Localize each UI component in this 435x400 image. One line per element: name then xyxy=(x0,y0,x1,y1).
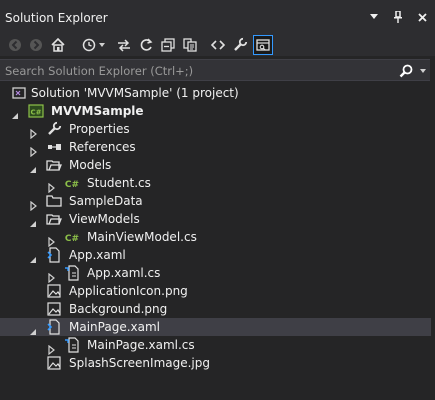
search-input[interactable]: Search Solution Explorer (Ctrl+;) xyxy=(5,64,193,78)
tree-item-label: App.xaml.cs xyxy=(87,266,161,280)
tree-item-label: App.xaml xyxy=(69,248,126,262)
image-file-icon xyxy=(46,301,62,317)
tree-item-label: MVVMSample xyxy=(51,104,144,118)
tree-item-viewmodels-folder[interactable]: ViewModels xyxy=(0,210,435,228)
expanded-arrow-icon[interactable] xyxy=(28,250,38,263)
expanded-arrow-icon[interactable] xyxy=(28,214,38,227)
xaml-file-icon xyxy=(46,319,62,335)
collapsed-arrow-icon[interactable] xyxy=(46,178,56,194)
collapsed-arrow-icon[interactable] xyxy=(28,196,38,212)
view-code-icon[interactable] xyxy=(209,36,227,54)
expanded-arrow-icon[interactable] xyxy=(28,160,38,173)
tree-item-label: References xyxy=(69,140,136,154)
tree-item-label: Background.png xyxy=(69,302,168,316)
tree-item-label: SampleData xyxy=(69,194,143,208)
solution-explorer-window: Solution Explorer Search Solution Explor… xyxy=(0,0,435,400)
home-icon[interactable] xyxy=(49,36,67,54)
panel-title: Solution Explorer xyxy=(5,11,108,25)
preview-selected-items-icon[interactable] xyxy=(253,35,273,55)
collapsed-arrow-icon[interactable] xyxy=(46,340,56,356)
tree-item-background-png[interactable]: Background.png xyxy=(0,300,435,318)
csharp-project-icon: C# xyxy=(28,103,44,119)
tree-item-project[interactable]: C# MVVMSample xyxy=(0,102,435,120)
tree-item-app-xaml[interactable]: App.xaml xyxy=(0,246,435,264)
tree-item-sampledata-folder[interactable]: SampleData xyxy=(0,192,435,212)
scrollbar[interactable] xyxy=(431,84,435,400)
tree-item-app-xaml-cs[interactable]: App.xaml.cs xyxy=(0,264,435,284)
tree-item-label: MainPage.xaml.cs xyxy=(87,338,195,352)
solution-tree: Solution 'MVVMSample' (1 project) C# MVV… xyxy=(0,84,435,400)
collapsed-arrow-icon[interactable] xyxy=(28,142,38,158)
xaml-cs-file-icon xyxy=(64,337,80,353)
solution-icon xyxy=(11,85,27,101)
references-icon xyxy=(46,139,62,155)
collapsed-arrow-icon[interactable] xyxy=(46,268,56,284)
panel-titlebar: Solution Explorer xyxy=(0,0,435,34)
expanded-arrow-icon[interactable] xyxy=(10,106,20,119)
svg-text:C#: C# xyxy=(65,180,79,190)
expanded-arrow-icon[interactable] xyxy=(28,322,38,335)
search-options-dropdown-icon[interactable] xyxy=(420,69,426,73)
csharp-file-icon: C# xyxy=(64,175,80,191)
csharp-file-icon: C# xyxy=(64,229,80,245)
tree-item-mainviewmodel-cs[interactable]: C# MainViewModel.cs xyxy=(0,228,435,248)
toolbar xyxy=(0,34,435,56)
tree-item-label: ApplicationIcon.png xyxy=(69,284,188,298)
collapsed-arrow-icon[interactable] xyxy=(46,232,56,248)
tree-item-label: Student.cs xyxy=(87,176,151,190)
properties-icon[interactable] xyxy=(231,36,249,54)
forward-icon[interactable] xyxy=(27,36,45,54)
tree-item-splashscreenimage-jpg[interactable]: SplashScreenImage.jpg xyxy=(0,354,435,372)
tree-item-models-folder[interactable]: Models xyxy=(0,156,435,174)
image-file-icon xyxy=(46,283,62,299)
tree-item-label: MainViewModel.cs xyxy=(87,230,197,244)
collapse-all-icon[interactable] xyxy=(159,36,177,54)
svg-text:C#: C# xyxy=(30,109,41,117)
search-box[interactable]: Search Solution Explorer (Ctrl+;) xyxy=(0,59,430,81)
tree-item-mainpage-xaml-cs[interactable]: MainPage.xaml.cs xyxy=(0,336,435,356)
tree-item-label: SplashScreenImage.jpg xyxy=(69,356,210,370)
folder-icon xyxy=(46,193,62,209)
tree-item-references[interactable]: References xyxy=(0,138,435,158)
tree-item-label: Models xyxy=(69,158,112,172)
refresh-icon[interactable] xyxy=(137,36,155,54)
history-icon[interactable] xyxy=(80,36,98,54)
image-file-icon xyxy=(46,355,62,371)
xaml-cs-file-icon xyxy=(64,265,80,281)
tree-item-label: Solution 'MVVMSample' (1 project) xyxy=(31,86,239,100)
wrench-icon xyxy=(46,121,62,137)
chevron-down-icon[interactable] xyxy=(367,10,381,24)
tree-item-student-cs[interactable]: C# Student.cs xyxy=(0,174,435,194)
tree-item-label: ViewModels xyxy=(69,212,140,226)
tree-item-mainpage-xaml[interactable]: MainPage.xaml xyxy=(0,318,435,336)
collapsed-arrow-icon[interactable] xyxy=(28,124,38,140)
search-icon[interactable] xyxy=(398,63,414,79)
svg-text:C#: C# xyxy=(65,234,79,244)
history-dropdown-icon[interactable] xyxy=(97,36,107,54)
tree-item-solution[interactable]: Solution 'MVVMSample' (1 project) xyxy=(0,84,435,102)
folder-open-icon xyxy=(46,211,62,227)
xaml-file-icon xyxy=(46,247,62,263)
tree-item-properties[interactable]: Properties xyxy=(0,120,435,140)
show-all-files-icon[interactable] xyxy=(181,36,199,54)
tree-item-label: Properties xyxy=(69,122,130,136)
tree-item-label: MainPage.xaml xyxy=(69,320,160,334)
pin-icon[interactable] xyxy=(391,10,405,24)
tree-item-applicationicon-png[interactable]: ApplicationIcon.png xyxy=(0,282,435,300)
sync-icon[interactable] xyxy=(115,36,133,54)
back-icon[interactable] xyxy=(6,36,24,54)
title-buttons xyxy=(367,10,429,24)
folder-open-icon xyxy=(46,157,62,173)
close-icon[interactable] xyxy=(415,10,429,24)
